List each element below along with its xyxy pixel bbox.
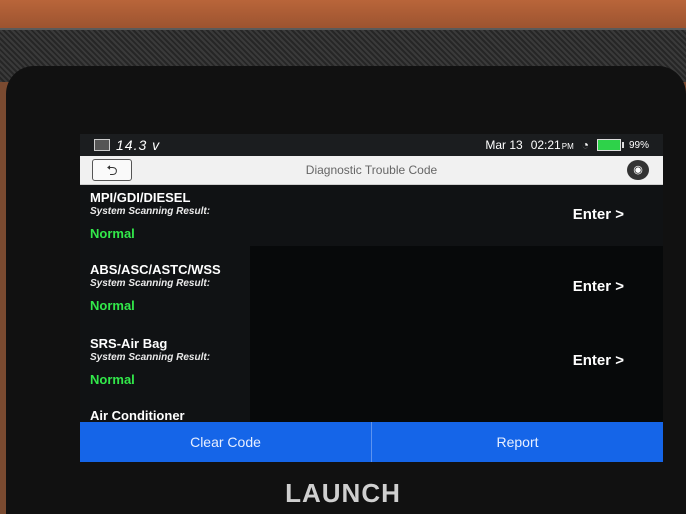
system-name: SRS-Air Bag <box>90 336 168 351</box>
screenshot-button[interactable]: ◉ <box>627 160 649 180</box>
system-item-mpi-gdi-diesel: MPI/GDI/DIESEL System Scanning Result: N… <box>90 190 650 256</box>
system-name: Air Conditioner <box>90 408 185 423</box>
status-time: 02:21PM <box>531 138 574 152</box>
page-title: Diagnostic Trouble Code <box>305 163 438 177</box>
status-date: Mar 13 <box>485 138 523 152</box>
system-result-label: System Scanning Result: <box>90 278 211 289</box>
system-status: Normal <box>90 226 135 241</box>
system-result-label: System Scanning Result: <box>90 352 211 363</box>
status-bar: 14.3 v Mar 13 02:21PM ◔ 99% <box>80 134 663 156</box>
report-button[interactable]: Report <box>372 422 663 462</box>
enter-button[interactable]: Enter > <box>573 206 624 223</box>
system-item-abs-asc-astc-wss: ABS/ASC/ASTC/WSS System Scanning Result:… <box>90 262 650 328</box>
status-time-value: 02:21 <box>530 138 561 152</box>
device-brand-logo: LAUNCH <box>285 478 401 508</box>
system-item-srs-air-bag: SRS-Air Bag System Scanning Result: Norm… <box>90 336 650 402</box>
action-bar: Clear Code Report <box>80 422 663 462</box>
title-bar: ⮌ Diagnostic Trouble Code ◉ <box>80 156 663 185</box>
enter-button[interactable]: Enter > <box>573 352 624 369</box>
system-status: Normal <box>90 298 135 313</box>
clear-code-button[interactable]: Clear Code <box>80 422 371 462</box>
enter-button[interactable]: Enter > <box>573 278 624 295</box>
battery-icon <box>596 139 624 151</box>
system-name: ABS/ASC/ASTC/WSS <box>90 262 221 277</box>
wifi-icon: ◔ <box>581 138 589 152</box>
system-result-label: System Scanning Result: <box>90 206 211 217</box>
battery-voltage: 14.3 v <box>116 137 161 153</box>
system-status: Normal <box>90 372 135 387</box>
camera-icon: ◉ <box>633 164 643 176</box>
vci-connector-icon <box>94 139 110 151</box>
status-time-suffix: PM <box>561 142 574 151</box>
battery-percent: 99% <box>628 139 649 151</box>
system-name: MPI/GDI/DIESEL <box>90 190 191 205</box>
screen: 14.3 v Mar 13 02:21PM ◔ 99% ⮌ Diagnostic… <box>80 134 663 462</box>
